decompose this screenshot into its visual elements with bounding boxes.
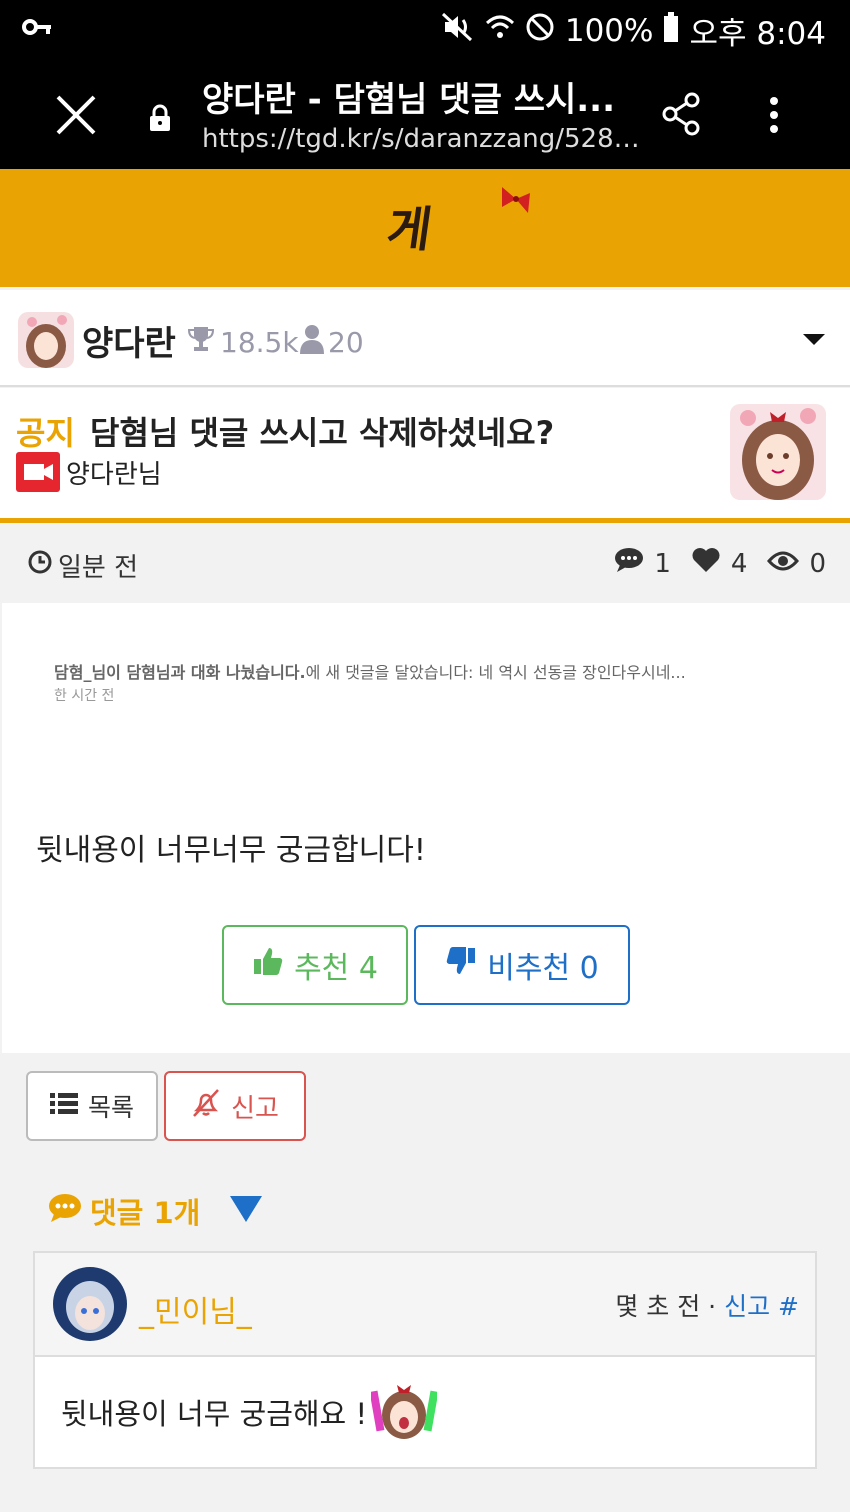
post-body: 뒷내용이 너무너무 궁금합니다!: [36, 833, 426, 868]
comment-report-link[interactable]: 신고: [724, 1292, 770, 1321]
post-time-text: 일분 전: [58, 553, 139, 583]
author-avatar[interactable]: [730, 404, 826, 500]
list-icon: [49, 1092, 78, 1121]
collapse-triangle-icon[interactable]: [230, 1196, 262, 1222]
embedded-screenshot-line1: 담혐_님이 담혐님과 대화 나눴습니다.에 새 댓글을 달았습니다: 네 역시 …: [54, 659, 686, 683]
vpn-key-icon: [22, 14, 52, 44]
comments-header[interactable]: 댓글 1개: [48, 1190, 200, 1232]
battery-percent: 100%: [564, 12, 654, 49]
close-icon[interactable]: [54, 93, 98, 137]
comment-time: 몇 초 전: [615, 1292, 701, 1321]
speech-bubble-icon: [48, 1193, 82, 1230]
embedded-screenshot-line2: 한 시간 전: [54, 688, 115, 704]
battery-icon: [663, 11, 679, 50]
post-header: 공지 담혐님 댓글 쓰시고 삭제하셨네요? 양다란님: [0, 388, 850, 523]
comment-meta: 몇 초 전 · 신고 #: [615, 1287, 799, 1323]
video-camera-icon: [16, 452, 60, 492]
more-options-icon[interactable]: [768, 96, 780, 138]
wifi-icon: [485, 13, 515, 49]
ribbon-bow-icon: [500, 185, 532, 219]
report-label: 신고: [231, 1093, 279, 1124]
comment-icon: [614, 547, 644, 580]
notice-label: 공지: [16, 414, 75, 452]
trophy-stat: 18.5k: [186, 324, 299, 361]
browser-toolbar: 양다란 - 담혐님 댓글 쓰시... https://tgd.kr/s/dara…: [0, 58, 850, 169]
thumbs-down-icon: [445, 946, 477, 984]
mute-icon: [441, 12, 475, 50]
thumbs-up-icon: [252, 946, 284, 984]
member-stat: 20: [300, 324, 364, 361]
upvote-button[interactable]: 추천 4: [222, 925, 408, 1005]
separator-dot: ·: [708, 1292, 725, 1321]
like-count: 4: [730, 548, 748, 579]
status-bar: 100% 오후 8:04: [0, 0, 850, 58]
comment-count: 1: [654, 548, 671, 579]
post-counts: 1 4 0: [614, 547, 826, 580]
comment-text: 뒷내용이 너무 궁금해요 !: [61, 1397, 368, 1431]
screenshot-bold-text: 담혐_님이 담혐님과 대화 나눴습니다.: [54, 663, 306, 682]
comments-count-label: 댓글 1개: [90, 1196, 201, 1230]
comment-anchor-link[interactable]: #: [778, 1292, 799, 1321]
browser-page-title: 양다란 - 담혐님 댓글 쓰시...: [202, 80, 616, 120]
user-icon: [300, 324, 324, 361]
emoticon-image: [369, 1379, 439, 1445]
board-name[interactable]: 양다란: [82, 316, 176, 365]
downvote-label: 비추천 0: [487, 951, 599, 986]
post-time: 일분 전: [28, 547, 138, 584]
comment-item: _민이님_ 몇 초 전 · 신고 # 뒷내용이 너무 궁금해요 !: [33, 1251, 817, 1469]
dropdown-caret-icon[interactable]: [803, 334, 825, 345]
report-button[interactable]: 신고: [164, 1071, 306, 1141]
share-icon[interactable]: [662, 92, 702, 140]
downvote-button[interactable]: 비추천 0: [414, 925, 630, 1005]
board-avatar[interactable]: [18, 312, 74, 368]
list-label: 목록: [87, 1093, 134, 1122]
comment-header: _민이님_ 몇 초 전 · 신고 #: [35, 1253, 815, 1357]
browser-url[interactable]: https://tgd.kr/s/daranzzang/52851...: [202, 124, 642, 154]
view-count: 0: [809, 548, 826, 579]
clock-icon: [28, 550, 52, 581]
post-content: 담혐_님이 담혐님과 대화 나눴습니다.에 새 댓글을 달았습니다: 네 역시 …: [2, 603, 850, 1053]
post-author[interactable]: 양다란님: [66, 454, 162, 491]
list-button[interactable]: 목록: [26, 1071, 158, 1141]
member-count: 20: [328, 326, 364, 359]
clock: 오후 8:04: [689, 16, 826, 52]
trophy-count: 18.5k: [220, 326, 299, 359]
do-not-disturb-icon: [525, 12, 555, 50]
eye-icon: [767, 549, 800, 579]
commenter-avatar[interactable]: [53, 1267, 127, 1341]
board-header: 양다란 18.5k 20: [0, 290, 850, 387]
upvote-label: 추천 4: [294, 951, 378, 986]
post-meta: 일분 전 1 4 0: [0, 523, 850, 603]
heart-icon: [691, 547, 721, 580]
post-title: 담혐님 댓글 쓰시고 삭제하셨네요?: [90, 414, 555, 452]
lock-icon: [148, 104, 172, 136]
screenshot-rest-text: 에 새 댓글을 달았습니다: 네 역시 선동글 장인다우시네...: [305, 663, 686, 682]
commenter-name[interactable]: _민이님_: [139, 1287, 252, 1331]
trophy-icon: [186, 324, 216, 361]
status-right: 100% 오후 8:04: [441, 8, 826, 53]
bell-slash-icon: [191, 1088, 221, 1125]
